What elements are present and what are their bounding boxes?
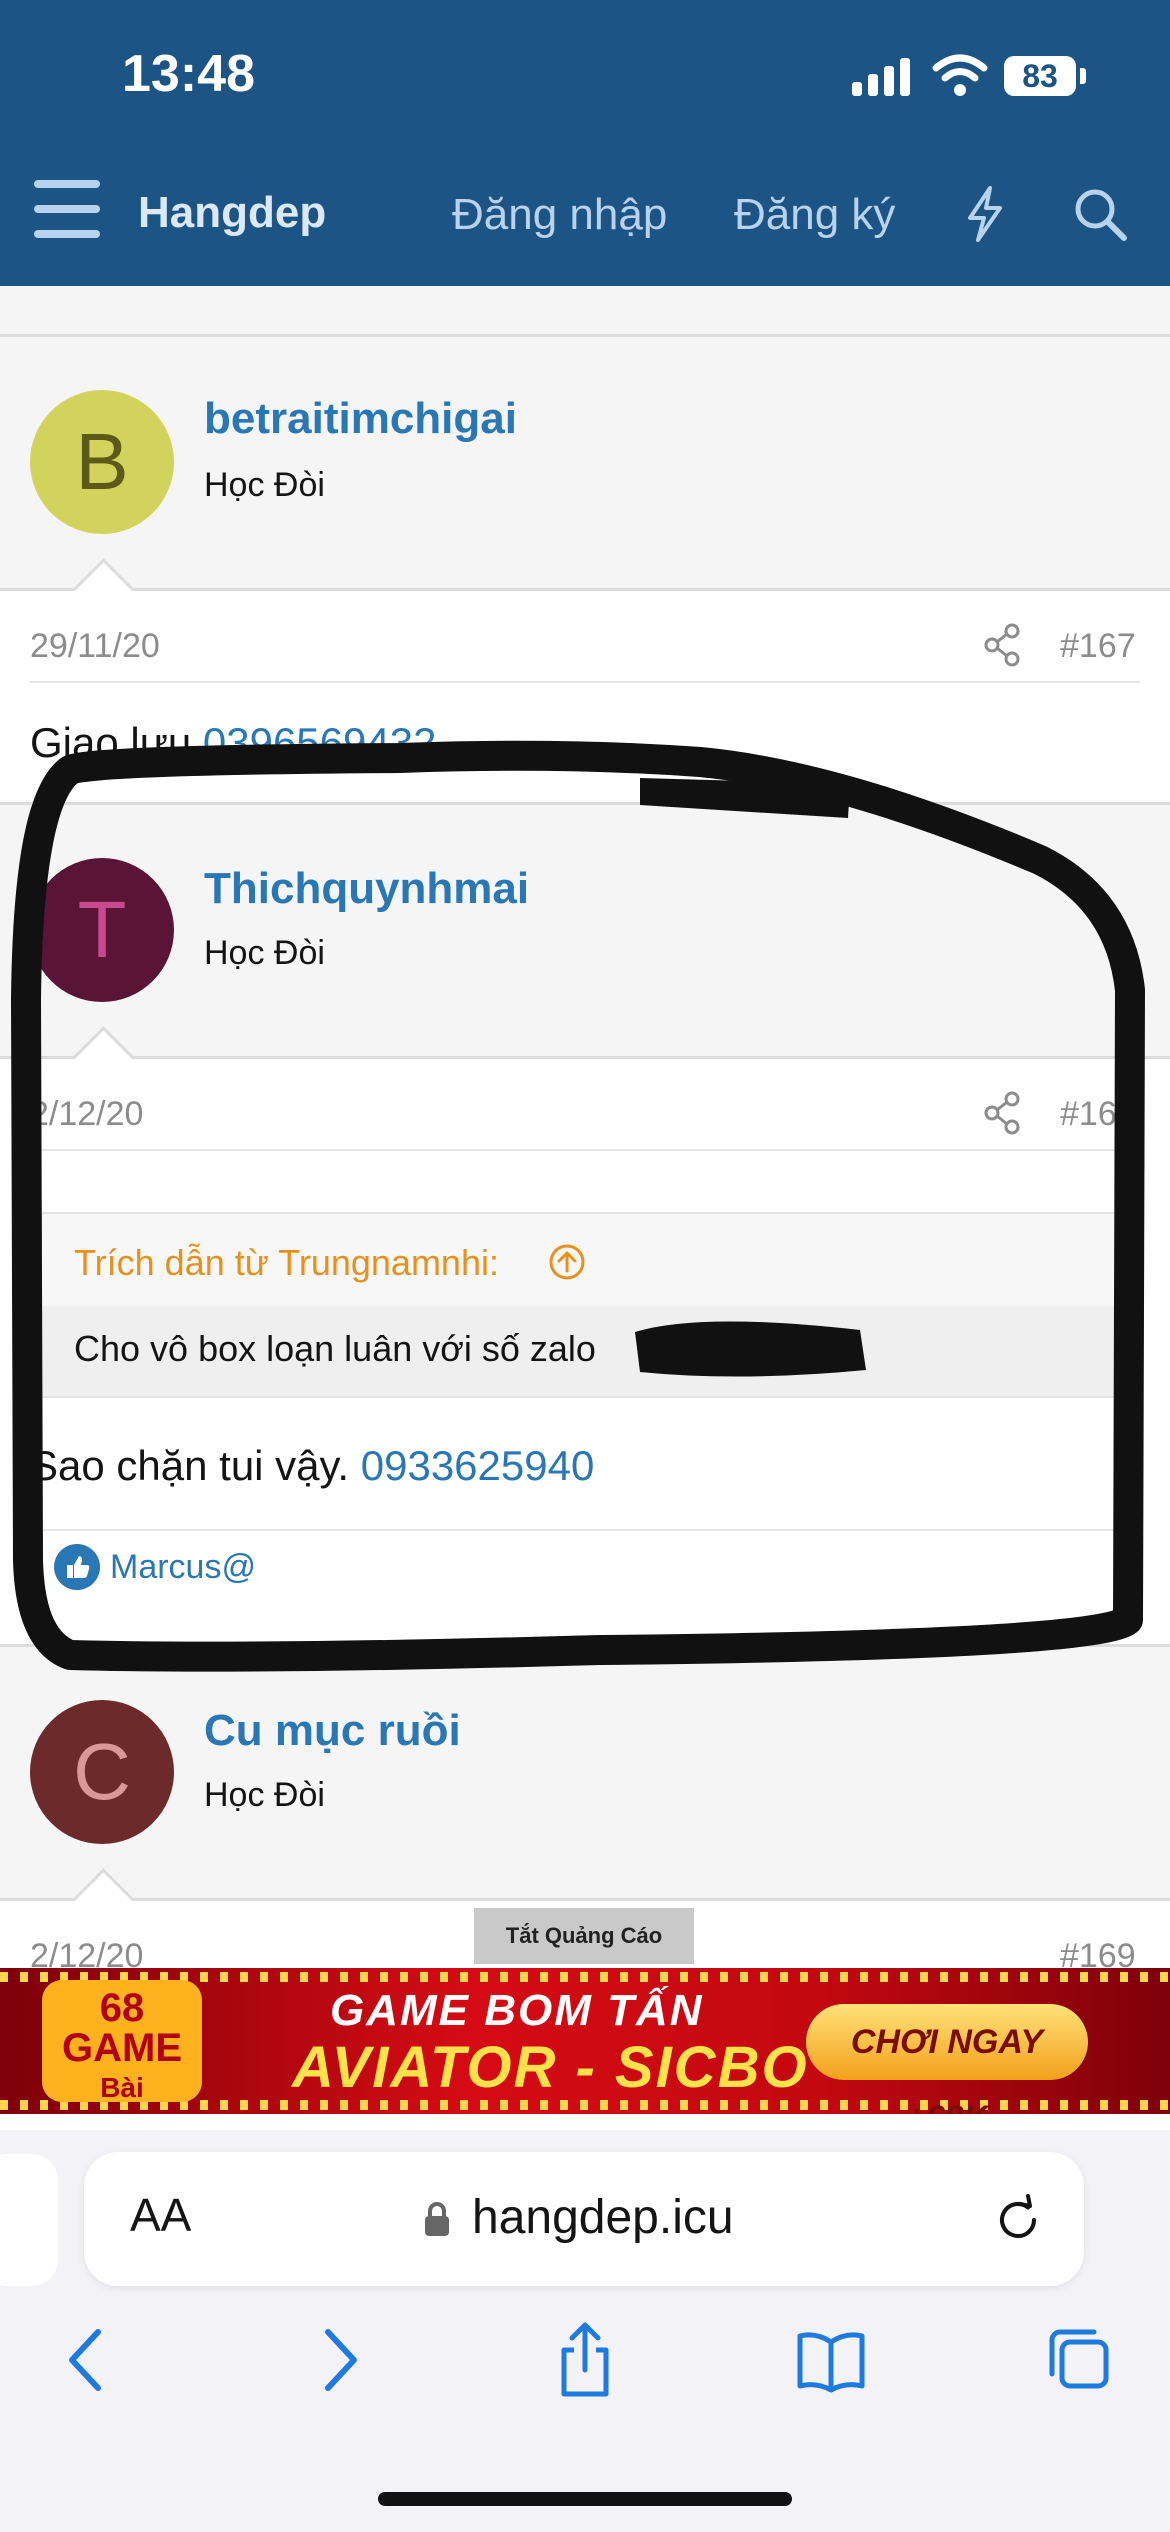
username[interactable]: Thichquynhmai	[204, 864, 529, 914]
ad-cta-button[interactable]: CHƠI NGAY +68K	[806, 2004, 1088, 2114]
post-text: Sao chặn tui vậy. 0933625940	[30, 1442, 594, 1490]
status-time: 13:48	[122, 45, 255, 103]
reload-icon[interactable]	[990, 2192, 1046, 2248]
bookmarks-icon[interactable]	[796, 2320, 866, 2400]
quote-block: Trích dẫn từ Trungnamnhi: Cho vô box loạ…	[36, 1212, 1132, 1398]
phone-link[interactable]: 0933625940	[361, 1442, 595, 1489]
ad-banner[interactable]: 68 GAME Bài GAME BOM TẤN AVIATOR - SICBO…	[0, 1968, 1170, 2114]
wifi-icon	[932, 54, 988, 96]
ad-headline: GAME BOM TẤN	[330, 1986, 704, 2035]
battery-icon: 83	[1004, 56, 1076, 96]
share-icon[interactable]	[982, 1091, 1022, 1135]
post-number[interactable]: #168	[1060, 1095, 1136, 1134]
post-text: Giao lưu 0396569432	[30, 719, 436, 767]
share-icon[interactable]	[982, 623, 1022, 667]
share-sheet-icon[interactable]	[550, 2320, 620, 2400]
post-author-header: T Thichquynhmai Học Đòi	[0, 824, 1170, 1056]
battery-tip	[1080, 68, 1086, 84]
ad-logo-text: GAME	[62, 2026, 182, 2070]
close-ad-button[interactable]: Tắt Quảng Cáo	[474, 1908, 694, 1964]
post-date[interactable]: 2/12/20	[30, 1095, 143, 1134]
divider	[0, 802, 1170, 805]
user-role: Học Đòi	[204, 934, 325, 972]
signal-icon	[852, 82, 862, 96]
status-icons: 83	[852, 46, 1092, 106]
username[interactable]: betraitimchigai	[204, 394, 517, 444]
user-role: Học Đòi	[204, 466, 325, 504]
divider	[30, 1149, 1140, 1151]
like-icon	[54, 1544, 100, 1590]
quote-text: Cho vô box loạn luân với số zalo	[74, 1328, 596, 1369]
quote-attribution[interactable]: Trích dẫn từ Trungnamnhi:	[74, 1242, 499, 1284]
login-link[interactable]: Đăng nhập	[452, 190, 667, 240]
divider	[0, 334, 1170, 337]
divider	[30, 681, 1140, 683]
lock-icon	[425, 2202, 449, 2236]
bolt-icon[interactable]	[960, 184, 1010, 244]
site-title[interactable]: Hangdep	[138, 188, 326, 238]
post-date[interactable]: 29/11/20	[30, 627, 160, 666]
tabs-icon[interactable]	[1044, 2320, 1114, 2400]
post-text-content: Giao lưu	[30, 719, 203, 766]
post-text-content: Sao chặn tui vậy.	[30, 1442, 361, 1489]
post-author-header: B betraitimchigai Học Đòi	[0, 356, 1170, 588]
avatar[interactable]: T	[30, 858, 174, 1002]
post-author-header: C Cu mục ruồi Học Đòi	[0, 1666, 1170, 1898]
user-role: Học Đòi	[204, 1776, 325, 1814]
top-navigation-bar: 13:48 83 Hangdep Đăng nhập Đăng ký	[0, 0, 1170, 286]
reaction-user[interactable]: Marcus@	[110, 1548, 256, 1587]
register-link[interactable]: Đăng ký	[734, 190, 895, 240]
previous-tab-preview[interactable]	[0, 2154, 58, 2286]
ad-logo: 68 GAME Bài	[42, 1980, 202, 2103]
search-icon[interactable]	[1070, 184, 1130, 244]
divider	[0, 1644, 1170, 1647]
avatar[interactable]: B	[30, 390, 174, 534]
address-bar[interactable]: AA hangdep.icu	[84, 2152, 1084, 2286]
ad-logo-text: Bài	[100, 2072, 144, 2103]
ad-logo-text: 68	[99, 1986, 145, 2030]
menu-icon[interactable]	[34, 180, 100, 238]
arrow-up-circle-icon[interactable]	[547, 1242, 587, 1282]
divider	[30, 1529, 1140, 1531]
post-number[interactable]: #167	[1060, 627, 1136, 666]
post-body: 29/11/20 #167 Giao lưu 0396569432	[0, 558, 1170, 805]
signal-bar	[884, 66, 894, 96]
phone-link[interactable]: 0396569432	[203, 719, 437, 766]
ad-subheadline: AVIATOR - SICBO	[292, 2035, 809, 2100]
back-icon[interactable]	[52, 2320, 122, 2400]
text-size-button[interactable]: AA	[130, 2188, 191, 2242]
avatar[interactable]: C	[30, 1700, 174, 1844]
home-indicator	[378, 2492, 792, 2506]
signal-bar	[900, 58, 910, 96]
url-text[interactable]: hangdep.icu	[472, 2190, 734, 2245]
forward-icon[interactable]	[304, 2320, 374, 2400]
username[interactable]: Cu mục ruồi	[204, 1706, 461, 1756]
signal-bar	[868, 74, 878, 96]
